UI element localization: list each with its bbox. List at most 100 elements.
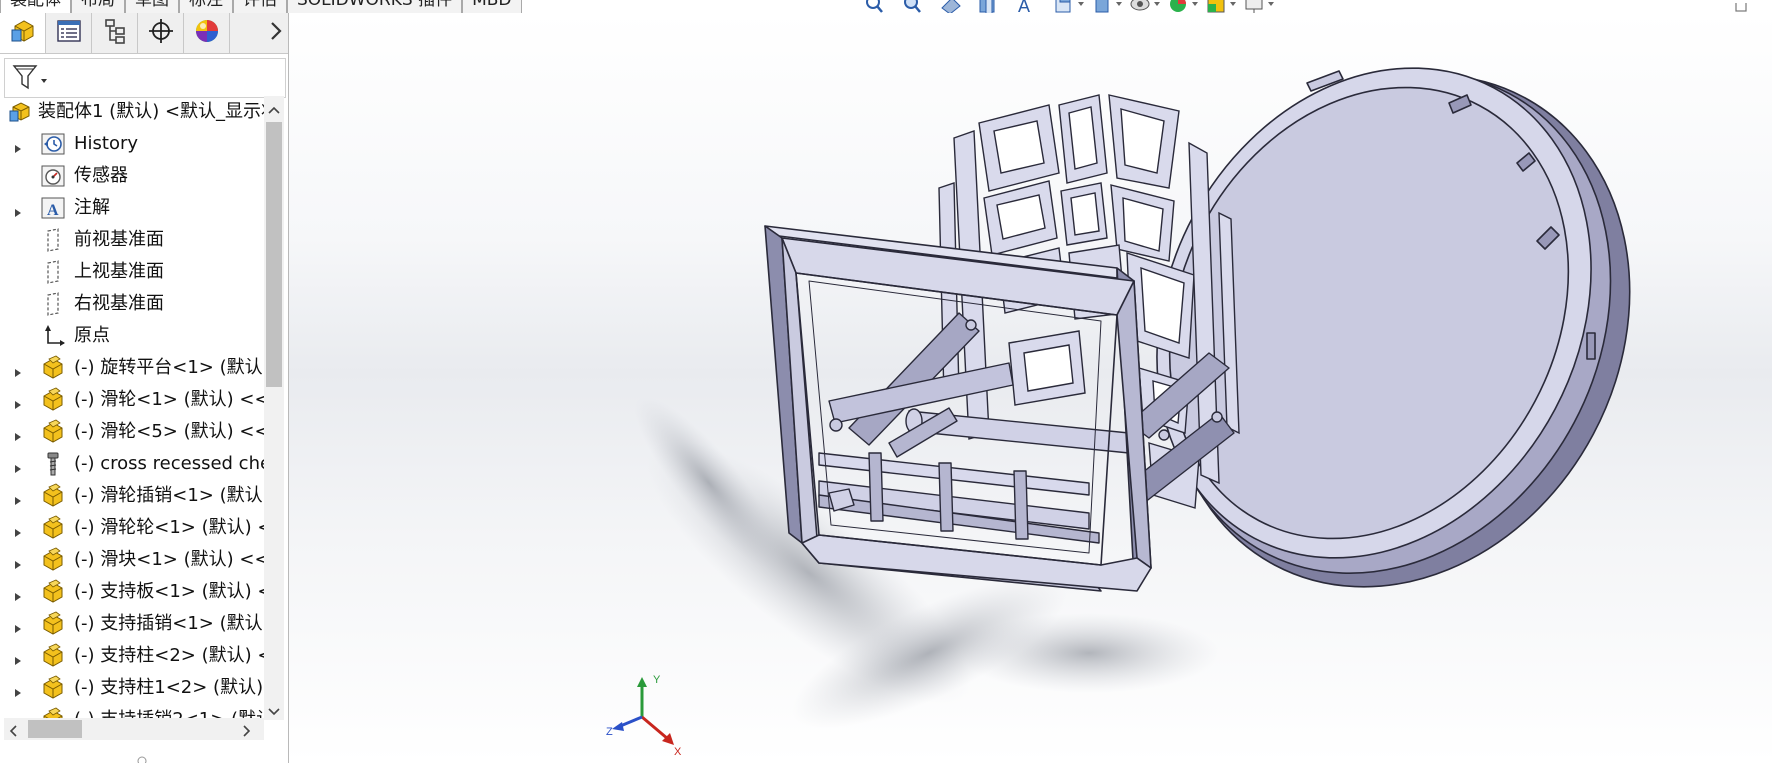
tree-item[interactable]: (-) 支持柱1<2> (默认) <<默认>_显示状态 1>	[0, 672, 264, 704]
tree-item[interactable]: 传感器	[0, 160, 264, 192]
expand-arrow-icon[interactable]	[13, 651, 23, 665]
tree-item[interactable]: (-) 旋转平台<1> (默认) <<默认>_显示状态 1>	[0, 352, 264, 384]
scroll-right-icon[interactable]	[242, 723, 252, 742]
tree-item-label: (-) 支持板<1> (默认) <<默认>_显示状态 1>	[74, 581, 264, 602]
tab-featuremanager[interactable]	[0, 13, 46, 53]
tree-item[interactable]: 前视基准面	[0, 224, 264, 256]
tree-item-label: (-) 支持柱1<2> (默认) <<默认>_显示状态 1>	[74, 677, 264, 698]
expand-arrow-icon[interactable]	[13, 459, 23, 473]
property-list-icon	[55, 17, 83, 49]
scroll-left-icon[interactable]	[8, 723, 18, 742]
configuration-icon	[101, 17, 129, 49]
tree-item[interactable]: (-) 支持柱<2> (默认) <<默认>_显示状态 1>	[0, 640, 264, 672]
vertical-scroll-thumb[interactable]	[266, 122, 282, 387]
tree-item-label: (-) 旋转平台<1> (默认) <<默认>_显示状态 1>	[74, 357, 264, 378]
tree-root-assembly[interactable]: 装配体1 (默认) <默认_显示状态-1>	[0, 96, 264, 128]
horizontal-scroll-thumb[interactable]	[28, 720, 82, 738]
command-tab-3[interactable]: 标注	[179, 0, 233, 13]
tree-item-label: 前视基准面	[74, 229, 164, 250]
svg-text:A: A	[47, 202, 59, 219]
expand-arrow-icon[interactable]	[13, 523, 23, 537]
tab-propertymanager[interactable]	[46, 13, 92, 53]
expand-arrow-icon[interactable]	[13, 683, 23, 697]
origin-icon	[38, 321, 68, 351]
expand-arrow-icon[interactable]	[13, 491, 23, 505]
plane-icon	[38, 257, 68, 287]
tree-item[interactable]: A 注解	[0, 192, 264, 224]
resize-grip-icon[interactable]	[136, 752, 148, 763]
part-icon	[38, 417, 68, 447]
sensor-icon	[38, 161, 68, 191]
tree-item-label: (-) cross recessed cheese head screws	[74, 453, 264, 474]
tree-item[interactable]: (-) 支持插销<1> (默认) <<默认>_显示状态 1>	[0, 608, 264, 640]
tree-item[interactable]: History	[0, 128, 264, 160]
part-icon	[38, 385, 68, 415]
command-tab-2[interactable]: 草图	[125, 0, 179, 13]
expand-arrow-icon[interactable]	[13, 555, 23, 569]
tree-item-label: 传感器	[74, 165, 128, 186]
restore-icon[interactable]	[1734, 0, 1750, 12]
scroll-up-icon[interactable]	[267, 100, 281, 119]
triad-y-label: Y	[653, 675, 661, 686]
tree-item[interactable]: 上视基准面	[0, 256, 264, 288]
expand-arrow-icon[interactable]	[13, 427, 23, 441]
feature-tree: 装配体1 (默认) <默认_显示状态-1> History 传感器 A 注解前视基准面…	[0, 96, 264, 720]
scroll-down-icon[interactable]	[267, 702, 281, 721]
solidworks-window: 装配体 布局 草图 标注 评估 SOLIDWORKS 插件 MBD A 装配体1…	[0, 0, 1772, 763]
part-icon	[38, 673, 68, 703]
command-manager-tabs: 装配体 布局 草图 标注 评估 SOLIDWORKS 插件 MBD	[0, 0, 522, 13]
filter-icon[interactable]	[11, 63, 49, 97]
expand-arrow-icon[interactable]	[13, 619, 23, 633]
tree-item-label: History	[74, 133, 139, 154]
tree-item[interactable]: (-) 滑轮插销<1> (默认) <<默认>_显示状态 1>	[0, 480, 264, 512]
command-tab-5[interactable]: SOLIDWORKS 插件	[287, 0, 463, 13]
tree-item-label: (-) 滑块<1> (默认) <<默认>_显示状态 1>	[74, 549, 264, 570]
expand-arrow-icon[interactable]	[13, 139, 23, 153]
command-tab-0[interactable]: 装配体	[0, 0, 71, 13]
tab-configurationmanager[interactable]	[92, 13, 138, 53]
featuremanager-icon	[9, 17, 37, 49]
part-icon	[38, 481, 68, 511]
more-tabs-button[interactable]	[264, 13, 288, 53]
plane-icon	[38, 225, 68, 255]
tree-item[interactable]: (-) 滑块<1> (默认) <<默认>_显示状态 1>	[0, 544, 264, 576]
command-tab-1[interactable]: 布局	[71, 0, 125, 13]
tab-dimxpertmanager[interactable]	[138, 13, 184, 53]
command-tab-6[interactable]: MBD	[462, 0, 522, 13]
assembly-3d-model[interactable]	[289, 13, 1772, 763]
tree-item-label: 上视基准面	[74, 261, 164, 282]
appearance-sphere-icon	[193, 17, 221, 49]
expand-arrow-icon[interactable]	[13, 587, 23, 601]
crosshair-icon	[147, 17, 175, 49]
triad-x-label: X	[674, 746, 682, 755]
part-icon	[38, 641, 68, 671]
tree-item[interactable]: (-) 滑轮轮<1> (默认) <<默认>_显示状态 1>	[0, 512, 264, 544]
annotation-icon: A	[38, 193, 68, 223]
tab-displaymanager[interactable]	[184, 13, 230, 53]
part-icon	[38, 577, 68, 607]
history-icon	[38, 129, 68, 159]
tree-root-label: 装配体1 (默认) <默认_显示状态-1>	[38, 101, 264, 122]
tree-item[interactable]: (-) cross recessed cheese head screws	[0, 448, 264, 480]
tree-item-label: (-) 滑轮插销<1> (默认) <<默认>_显示状态 1>	[74, 485, 264, 506]
expand-arrow-icon[interactable]	[13, 395, 23, 409]
expand-arrow-icon[interactable]	[13, 363, 23, 377]
tree-item-label: 右视基准面	[74, 293, 164, 314]
triad-z-label: Z	[606, 726, 613, 738]
expand-arrow-icon[interactable]	[13, 203, 23, 217]
assembly-icon	[6, 97, 36, 127]
reference-triad: Y X Z	[604, 674, 684, 758]
chevron-right-icon	[269, 20, 283, 46]
command-tab-4[interactable]: 评估	[233, 0, 287, 13]
tree-item[interactable]: 原点	[0, 320, 264, 352]
part-icon	[38, 545, 68, 575]
tree-item[interactable]: (-) 支持板<1> (默认) <<默认>_显示状态 1>	[0, 576, 264, 608]
tree-item[interactable]: 右视基准面	[0, 288, 264, 320]
graphics-area[interactable]: Y X Z	[289, 13, 1772, 763]
part-icon	[38, 513, 68, 543]
tree-item-label: (-) 滑轮<1> (默认) <<默认>_显示状态 1>	[74, 389, 264, 410]
tree-item[interactable]: (-) 滑轮<5> (默认) <<默认>_显示状态 1>	[0, 416, 264, 448]
tree-item-label: 原点	[74, 325, 110, 346]
tree-item[interactable]: (-) 滑轮<1> (默认) <<默认>_显示状态 1>	[0, 384, 264, 416]
tree-filter-bar[interactable]	[4, 58, 286, 98]
